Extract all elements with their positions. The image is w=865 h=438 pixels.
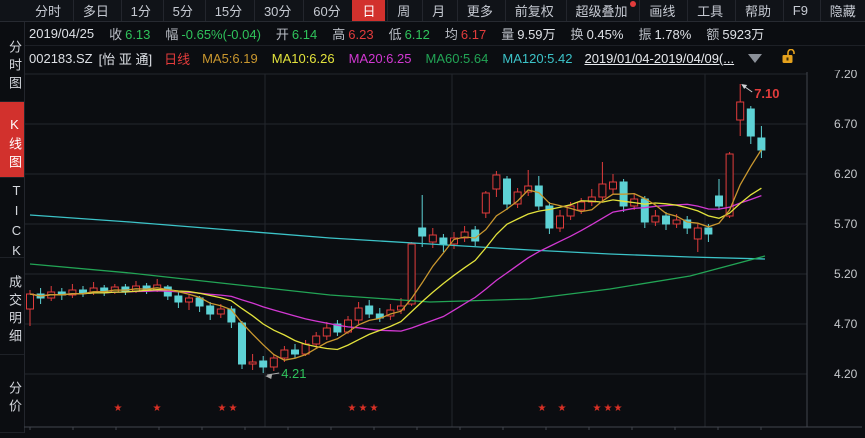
svg-text:★: ★ — [359, 403, 368, 414]
toolbar-tab-13[interactable]: 画线 — [639, 0, 684, 21]
ma-label-4: MA120:5.42 — [502, 50, 573, 66]
toolbar-tab-3[interactable]: 5分 — [162, 0, 202, 21]
svg-text:4.70: 4.70 — [834, 317, 858, 331]
toolbar-tab-1[interactable]: 多日 — [72, 0, 118, 21]
quote-field-3: 高 6.23 — [332, 27, 374, 42]
svg-text:6.20: 6.20 — [834, 167, 858, 181]
toolbar-tab-7[interactable]: 日 — [352, 0, 385, 21]
svg-text:★: ★ — [604, 403, 613, 414]
ma-label-1: MA10:6.26 — [271, 50, 335, 66]
ma-label-3: MA60:5.64 — [425, 50, 489, 66]
quote-field-1: 幅 -0.65%(-0.04) — [165, 27, 261, 42]
notification-dot-icon — [629, 1, 636, 7]
quote-date: 2019/04/25 — [29, 26, 95, 41]
quote-field-2: 开 6.14 — [275, 27, 318, 42]
sidebar-item-0[interactable]: 分时图 — [0, 22, 24, 102]
candlestick-chart[interactable]: 7.20 6.70 6.20 5.70 5.20 4.70 4.20 7.10 4.21 ★ ★ ★ ★… — [24, 67, 865, 433]
svg-text:7.10: 7.10 — [754, 86, 779, 101]
date-range-link[interactable]: 2019/01/04-2019/04/09(... — [584, 51, 734, 66]
toolbar-tab-8[interactable]: 周 — [387, 0, 419, 21]
view-sidebar: 分时图 K线图 TICK 成交明细 分价 — [0, 22, 25, 433]
toolbar-tab-12[interactable]: 超级叠加 — [565, 0, 637, 21]
period-label: 日线 — [164, 51, 191, 67]
svg-text:5.20: 5.20 — [834, 267, 858, 281]
svg-text:6.70: 6.70 — [834, 117, 858, 131]
toolbar-tab-15[interactable]: 帮助 — [734, 0, 780, 21]
top-toolbar: 分时 多日 1分 5分 15分 30分 60分日周月更多 前复权 超级叠加 画线 工具 帮助 F9 隐藏 — [0, 0, 865, 22]
sidebar-item-4[interactable]: 分价 — [0, 355, 24, 433]
sidebar-item-2[interactable]: TICK — [0, 178, 24, 263]
svg-text:★: ★ — [218, 403, 227, 414]
toolbar-tab-11[interactable]: 前复权 — [504, 0, 563, 21]
toolbar-tab-14[interactable]: 工具 — [687, 0, 732, 21]
svg-text:★: ★ — [558, 403, 567, 414]
quote-field-9: 额 5923万 — [706, 27, 765, 42]
stock-symbol: 002183.SZ — [29, 50, 93, 66]
toolbar-tab-17[interactable]: 隐藏 — [819, 0, 865, 21]
svg-text:★: ★ — [348, 403, 357, 414]
svg-text:★: ★ — [114, 403, 123, 414]
toolbar-tab-9[interactable]: 月 — [422, 0, 454, 21]
unlock-icon[interactable] — [780, 48, 796, 67]
svg-text:7.20: 7.20 — [834, 70, 858, 81]
svg-text:★: ★ — [229, 403, 238, 414]
sidebar-item-3[interactable]: 成交明细 — [0, 258, 24, 355]
svg-text:★: ★ — [593, 403, 602, 414]
svg-text:5.70: 5.70 — [834, 217, 858, 231]
toolbar-tab-0[interactable]: 分时 — [26, 0, 70, 21]
toolbar-tab-6[interactable]: 60分 — [303, 0, 349, 21]
sidebar-item-1[interactable]: K线图 — [0, 102, 24, 178]
svg-text:4.21: 4.21 — [281, 366, 306, 381]
chart-header: 002183.SZ [怡 亚 通] 日线 MA5:6.19 MA10:6.26 MA… — [24, 46, 865, 70]
quote-field-6: 量 9.59万 — [501, 27, 556, 42]
toolbar-tab-2[interactable]: 1分 — [120, 0, 160, 21]
stock-name: [怡 亚 通] — [98, 51, 153, 67]
quote-field-4: 低 6.12 — [388, 27, 430, 42]
svg-text:★: ★ — [370, 403, 379, 414]
svg-text:4.20: 4.20 — [834, 367, 858, 381]
svg-text:★: ★ — [614, 403, 623, 414]
ma-legend: MA5:6.19 MA10:6.26 MA20:6.25 MA60:5.64 MA120… — [202, 51, 572, 66]
toolbar-tab-10[interactable]: 更多 — [456, 0, 502, 21]
quote-field-8: 振 1.78% — [638, 27, 692, 42]
chevron-down-icon[interactable] — [748, 53, 763, 63]
quote-info-bar: 2019/04/25 收 6.13 幅 -0.65%(-0.04) 开 6.14 高 6.23… — [24, 22, 865, 46]
quote-field-7: 换 0.45% — [570, 27, 624, 42]
ma-label-0: MA5:6.19 — [202, 50, 258, 66]
ma-label-2: MA20:6.25 — [348, 50, 412, 66]
quote-field-0: 收 6.13 — [109, 27, 151, 42]
quote-field-5: 均 6.17 — [444, 27, 487, 42]
toolbar-tab-16[interactable]: F9 — [782, 0, 817, 21]
svg-text:★: ★ — [153, 403, 162, 414]
toolbar-tab-5[interactable]: 30分 — [253, 0, 300, 21]
svg-text:★: ★ — [538, 403, 547, 414]
toolbar-tab-4[interactable]: 15分 — [204, 0, 251, 21]
